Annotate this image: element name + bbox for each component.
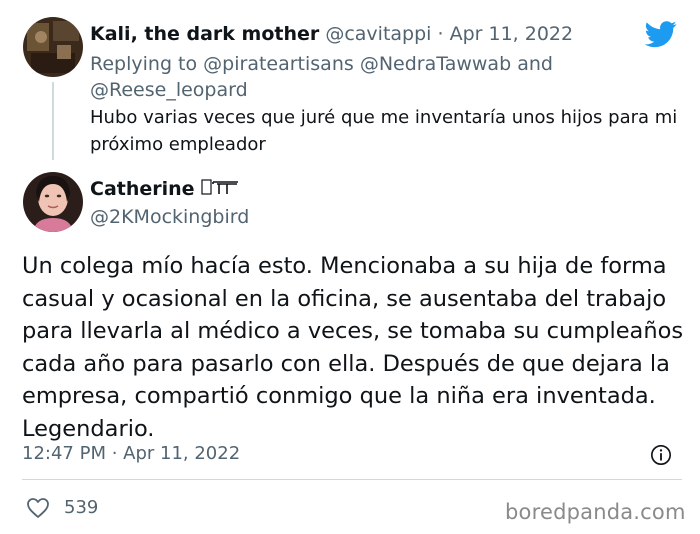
reply-text: Hubo varias veces que juré que me invent… [90, 107, 678, 155]
main-author-handle[interactable]: @2KMockingbird [90, 204, 249, 230]
reply-date[interactable]: Apr 11, 2022 [450, 23, 574, 45]
thread-line [52, 82, 54, 160]
twitter-bird-icon [644, 21, 677, 48]
reply-tweet: Kali, the dark mother @cavitappi · Apr 1… [0, 0, 700, 165]
replying-prefix: Replying to [90, 53, 198, 75]
mention-nedratawwab[interactable]: @NedraTawwab [360, 53, 511, 75]
heart-icon[interactable] [26, 497, 50, 519]
main-timestamp[interactable]: 12:47 PM · Apr 11, 2022 [22, 441, 240, 467]
reply-author-name[interactable]: Kali, the dark mother [90, 23, 319, 45]
boredpanda-watermark: boredpanda.com [505, 500, 686, 524]
replying-and: and [517, 53, 553, 75]
divider [22, 479, 682, 480]
mention-reese-leopard[interactable]: @Reese_leopard [90, 79, 248, 101]
main-tweet-header: Catherine @2KMockingbird [90, 176, 249, 230]
kali-avatar[interactable] [23, 17, 83, 77]
main-tweet-text: Un colega mío hacía esto. Mencionaba a s… [22, 253, 684, 442]
reply-author-handle[interactable]: @cavitappi [325, 23, 431, 45]
replying-to: Replying to @pirateartisans @NedraTawwab… [90, 51, 650, 103]
reply-header: Kali, the dark mother @cavitappi · Apr 1… [90, 20, 573, 48]
gun-emoji-icon [200, 179, 238, 195]
catherine-avatar[interactable] [23, 172, 83, 232]
reply-separator: · [437, 23, 444, 45]
like-action[interactable]: 539 [26, 495, 98, 521]
main-author-name[interactable]: Catherine [90, 178, 195, 200]
like-count: 539 [64, 497, 99, 518]
mention-pirateartisans[interactable]: @pirateartisans [203, 53, 354, 75]
info-icon[interactable] [650, 444, 672, 466]
